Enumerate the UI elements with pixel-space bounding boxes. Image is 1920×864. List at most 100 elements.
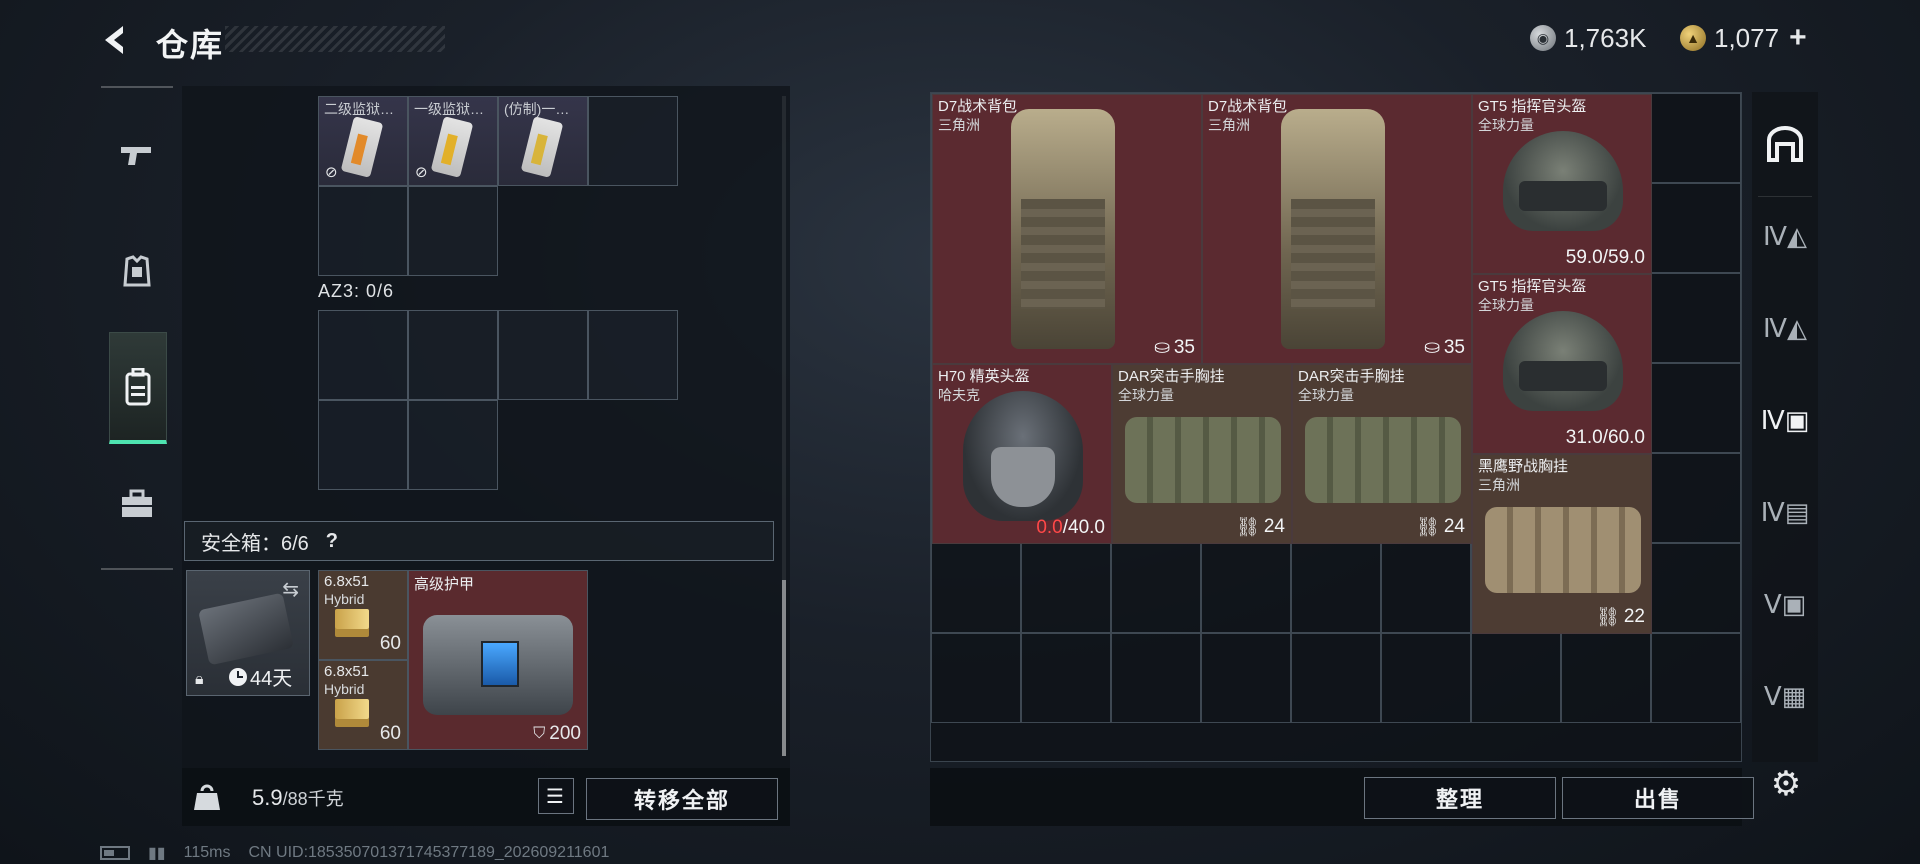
stash-grid-slot[interactable] bbox=[1561, 633, 1651, 723]
item-capacity: ⛀ 35 bbox=[1424, 336, 1465, 359]
inventory-item-1[interactable]: 二级监狱… ⊘ bbox=[318, 96, 408, 186]
stash-item-backpack-1[interactable]: D7战术背包 三角洲 ⛀ 35 bbox=[932, 94, 1202, 364]
swap-icon[interactable]: ⇆ bbox=[282, 577, 299, 602]
grid-slot[interactable] bbox=[318, 400, 408, 490]
chest-rig-icon bbox=[1305, 417, 1461, 503]
lock-icon: 🔒︎ bbox=[195, 671, 204, 688]
filter-tab-4[interactable]: Ⅳ▤ bbox=[1752, 460, 1818, 564]
stash-grid-slot[interactable] bbox=[1471, 633, 1561, 723]
filter-tab-3[interactable]: Ⅳ▣ bbox=[1752, 368, 1818, 472]
settings-button[interactable]: ⚙ bbox=[1764, 762, 1808, 806]
stash-grid-slot[interactable] bbox=[1651, 453, 1741, 543]
grid-slot[interactable] bbox=[408, 400, 498, 490]
stash-grid-slot[interactable] bbox=[1651, 543, 1741, 633]
timer: 44天 bbox=[229, 662, 292, 691]
grid-slot[interactable] bbox=[588, 310, 678, 400]
help-button[interactable]: ? bbox=[319, 528, 345, 554]
filter-tab-5[interactable]: Ⅴ▣ bbox=[1752, 552, 1818, 656]
capacity-icon: ⛀ bbox=[1423, 337, 1440, 358]
stash-item-vest-1[interactable]: DAR突击手胸挂 全球力量 ⛓ 24 bbox=[1112, 364, 1292, 544]
backpack-icon bbox=[125, 367, 151, 405]
toolbox-tab[interactable] bbox=[109, 468, 165, 540]
stash-grid-slot[interactable] bbox=[1651, 363, 1741, 453]
filter-tab-all[interactable] bbox=[1752, 92, 1818, 196]
grid-slot[interactable] bbox=[408, 310, 498, 400]
safe-item-ammo-1[interactable]: 6.8x51 Hybrid 60 bbox=[318, 570, 408, 660]
stash-grid-slot[interactable] bbox=[1651, 93, 1741, 183]
inventory-item-3[interactable]: (仿制)一… bbox=[498, 96, 588, 186]
transfer-all-button[interactable]: 转移全部 bbox=[586, 778, 778, 820]
stash-grid-slot[interactable] bbox=[1651, 633, 1741, 723]
filter-tab-6[interactable]: Ⅴ▦ bbox=[1752, 644, 1818, 748]
durability-value: 0.0/40.0 bbox=[1036, 517, 1105, 539]
ping-text: 115ms bbox=[183, 844, 231, 861]
stash-item-helmet-2[interactable]: GT5 指挥官头盔 全球力量 31.0/60.0 bbox=[1472, 274, 1652, 454]
stash-item-vest-2[interactable]: DAR突击手胸挂 全球力量 ⛓ 24 bbox=[1292, 364, 1472, 544]
stash-grid-slot[interactable] bbox=[1021, 543, 1111, 633]
stash-item-helmet-1[interactable]: GT5 指挥官头盔 全球力量 59.0/59.0 bbox=[1472, 94, 1652, 274]
safe-box-slot[interactable]: ⇆ 🔒︎ 44天 bbox=[186, 570, 310, 696]
no-drop-icon: ⊘ bbox=[415, 164, 428, 181]
item-name: DAR突击手胸挂 bbox=[1298, 368, 1405, 385]
stash-grid-slot[interactable] bbox=[1201, 633, 1291, 723]
stash-grid-slot[interactable] bbox=[1111, 543, 1201, 633]
filter-tab-1[interactable]: Ⅳ◭ bbox=[1752, 184, 1818, 288]
armor-value: ⛉ 200 bbox=[533, 723, 581, 745]
tier4-weapon-icon: Ⅳ◭ bbox=[1763, 220, 1807, 251]
list-view-button[interactable]: ☰ bbox=[538, 778, 574, 814]
item-name: 6.8x51 bbox=[324, 573, 370, 590]
safe-item-ammo-2[interactable]: 6.8x51 Hybrid 60 bbox=[318, 660, 408, 750]
capacity-value: 35 bbox=[1443, 336, 1465, 358]
stash-grid-slot[interactable] bbox=[931, 543, 1021, 633]
stash-grid-slot[interactable] bbox=[931, 633, 1021, 723]
item-subtitle: 哈夫克 bbox=[938, 387, 980, 403]
grid-slot[interactable] bbox=[408, 186, 498, 276]
gear-tab[interactable] bbox=[109, 236, 165, 308]
stash-grid-slot[interactable] bbox=[1201, 543, 1291, 633]
safe-item-armor[interactable]: 高级护甲 ⛉ 200 bbox=[408, 570, 588, 750]
capacity-value: 24 bbox=[1263, 516, 1285, 537]
pistol-icon bbox=[121, 147, 151, 165]
back-button[interactable] bbox=[96, 20, 136, 60]
grid-slot[interactable] bbox=[318, 186, 408, 276]
gear-icon: ⚙ bbox=[1770, 765, 1802, 803]
add-currency-button[interactable]: + bbox=[1789, 21, 1807, 55]
grid-slot[interactable] bbox=[588, 96, 678, 186]
list-icon: ☰ bbox=[546, 785, 566, 808]
sell-button[interactable]: 出售 bbox=[1562, 777, 1754, 819]
keycard-icon bbox=[340, 116, 384, 178]
stash-grid-slot[interactable] bbox=[1381, 633, 1471, 723]
stash-grid-slot[interactable] bbox=[1651, 273, 1741, 363]
weight-display: 5.9/88千克 bbox=[252, 785, 344, 811]
silver-currency: ◉ 1,763K bbox=[1530, 22, 1646, 54]
ammo-icon bbox=[335, 699, 369, 719]
chest-rig-icon bbox=[1125, 417, 1281, 503]
stash-grid-slot[interactable] bbox=[1381, 543, 1471, 633]
stash-grid-slot[interactable] bbox=[1021, 633, 1111, 723]
left-scrollbar-thumb[interactable] bbox=[782, 580, 786, 756]
keycard-icon bbox=[520, 116, 564, 178]
stash-item-backpack-2[interactable]: D7战术背包 三角洲 ⛀ 35 bbox=[1202, 94, 1472, 364]
stash-item-vest-3[interactable]: 黑鹰野战胸挂 三角洲 ⛓ 22 bbox=[1472, 454, 1652, 634]
safe-box-header: 安全箱：6/6 ? bbox=[184, 521, 774, 561]
tier5-box-icon: Ⅴ▣ bbox=[1763, 588, 1807, 619]
helmet-icon bbox=[963, 391, 1083, 521]
armor-icon bbox=[123, 255, 151, 287]
inventory-item-2[interactable]: 一级监狱… ⊘ bbox=[408, 96, 498, 186]
stash-grid-slot[interactable] bbox=[1291, 633, 1381, 723]
chest-rig-icon bbox=[1485, 507, 1641, 593]
durability-value: 59.0/59.0 bbox=[1565, 247, 1645, 268]
gold-coin-icon: ▲ bbox=[1680, 25, 1706, 51]
grid-slot[interactable] bbox=[498, 310, 588, 400]
backpack-tab[interactable] bbox=[109, 332, 167, 444]
weapons-tab[interactable] bbox=[109, 120, 165, 192]
grid-slot[interactable] bbox=[318, 310, 408, 400]
stash-grid-slot[interactable] bbox=[1291, 543, 1381, 633]
stash-grid-slot[interactable] bbox=[1651, 183, 1741, 273]
item-count: 60 bbox=[379, 723, 401, 744]
stash-grid-slot[interactable] bbox=[1111, 633, 1201, 723]
sort-button[interactable]: 整理 bbox=[1364, 777, 1556, 819]
filter-tab-2[interactable]: Ⅳ◭ bbox=[1752, 276, 1818, 380]
armor-vest-icon bbox=[423, 615, 573, 715]
stash-item-helmet-3[interactable]: H70 精英头盔 哈夫克 0.0/40.0 bbox=[932, 364, 1112, 544]
